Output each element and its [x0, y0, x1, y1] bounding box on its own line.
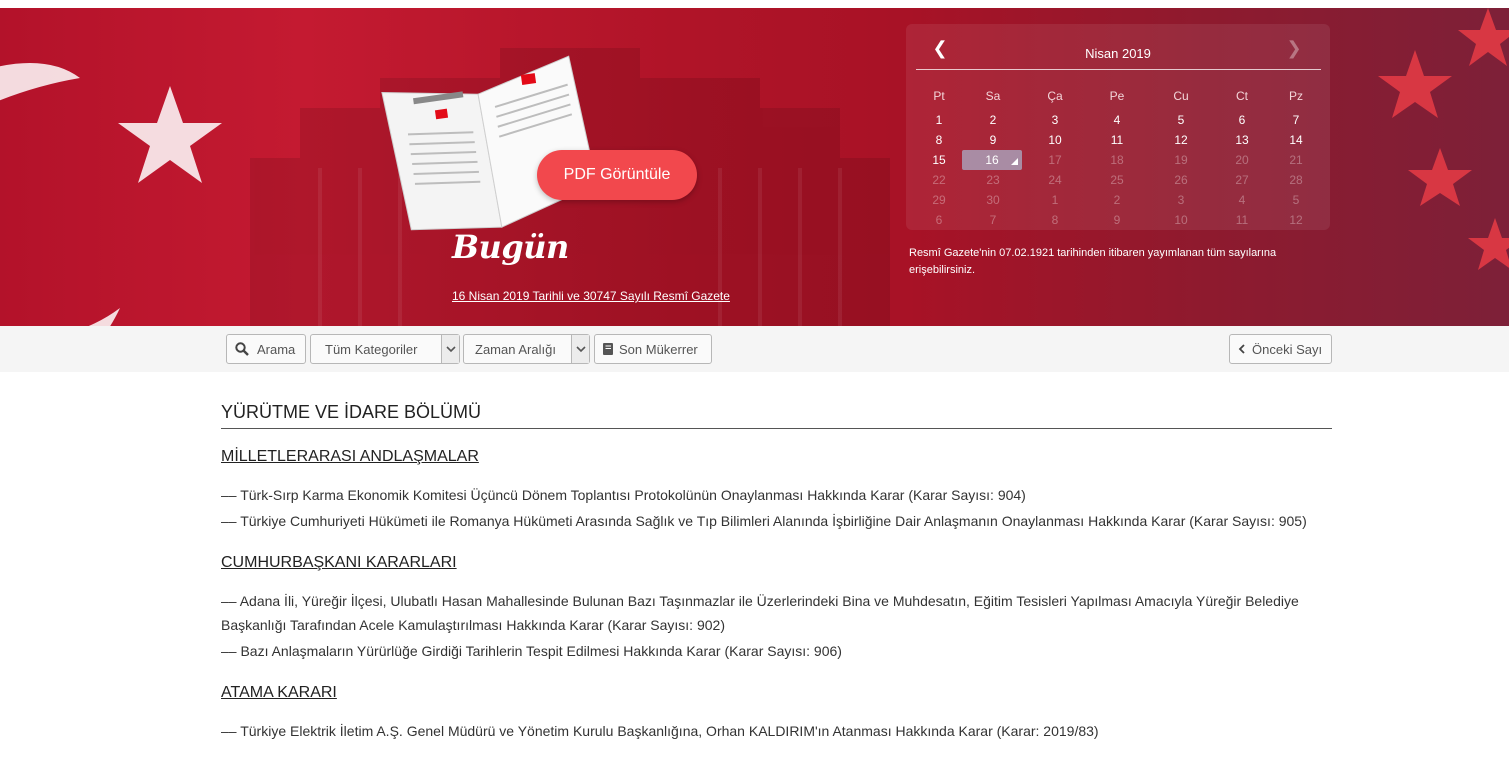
calendar-weekday-row: Pt Sa Ça Pe Cu Ct Pz — [906, 86, 1330, 106]
calendar-weekday: Pz — [1288, 89, 1303, 103]
decision-item-link[interactable]: –– Adana İli, Yüreğir İlçesi, Ulubatlı H… — [221, 589, 1332, 637]
calendar-day[interactable]: 5 — [1151, 110, 1211, 130]
archive-info-text: Resmî Gazete'nin 07.02.1921 tarihinden i… — [909, 247, 1277, 276]
calendar-day: 7 — [989, 213, 997, 227]
calendar-weekday: Pt — [933, 89, 945, 103]
calendar-week-row: 8 9 10 11 12 13 14 — [906, 130, 1330, 150]
search-button[interactable]: Arama — [226, 334, 306, 364]
category-select-label: Tüm Kategoriler — [325, 341, 418, 357]
decision-item-link[interactable]: –– Türk-Sırp Karma Ekonomik Komitesi Üçü… — [221, 483, 1332, 507]
calendar-day[interactable]: 11 — [1087, 130, 1147, 150]
calendar-day: 9 — [1113, 213, 1121, 227]
calendar-weekday: Cu — [1173, 89, 1189, 103]
calendar-weekday: Ça — [1047, 89, 1063, 103]
book-icon — [603, 343, 613, 355]
calendar-day[interactable]: 2 — [963, 110, 1023, 130]
calendar-day: 12 — [1289, 213, 1303, 227]
calendar-weekday: Sa — [985, 89, 1001, 103]
calendar-day: 6 — [935, 213, 943, 227]
calendar-day: 2 — [1113, 193, 1121, 207]
toolbar: Arama Tüm Kategoriler Zaman Aralığı Son … — [0, 326, 1509, 372]
category-block: CUMHURBAŞKANI KARARLARI –– Adana İli, Yür… — [221, 535, 1332, 663]
calendar-day: 24 — [1048, 173, 1062, 187]
calendar-week-row: 6 7 8 9 10 11 12 — [906, 210, 1330, 230]
calendar-day[interactable]: 12 — [1151, 130, 1211, 150]
category-heading[interactable]: CUMHURBAŞKANI KARARLARI — [221, 554, 457, 572]
last-duplicate-label: Son Mükerrer — [619, 341, 698, 357]
calendar: ❮ Nisan 2019 ❯ Pt Sa Ça Pe Cu Ct Pz 1234567891… — [906, 24, 1330, 230]
calendar-day[interactable]: 10 — [1025, 130, 1085, 150]
pdf-view-button[interactable]: PDF Görüntüle — [537, 150, 697, 200]
calendar-weekday: Ct — [1236, 89, 1248, 103]
calendar-day[interactable]: 16 — [962, 150, 1022, 170]
chevron-down-icon — [571, 335, 589, 363]
last-duplicate-button[interactable]: Son Mükerrer — [594, 334, 712, 364]
calendar-day: 30 — [986, 193, 1000, 207]
decision-item-link[interactable]: –– Bazı Anlaşmaların Yürürlüğe Girdiği T… — [221, 639, 1332, 663]
calendar-day: 20 — [1235, 153, 1249, 167]
chevron-left-icon — [1238, 344, 1245, 354]
time-range-select[interactable]: Zaman Aralığı — [463, 334, 590, 364]
decision-item-link[interactable]: –– Türkiye Elektrik İletim A.Ş. Genel Mü… — [221, 719, 1332, 743]
calendar-day: 22 — [932, 173, 946, 187]
category-heading[interactable]: ATAMA KARARI — [221, 684, 337, 702]
calendar-day: 17 — [1048, 153, 1062, 167]
calendar-month-title: Nisan 2019 — [1085, 46, 1151, 61]
calendar-day: 8 — [1051, 213, 1059, 227]
calendar-day: 10 — [1174, 213, 1188, 227]
category-list: MİLLETLERARASI ANDLAŞMALAR –– Türk-Sırp K… — [221, 429, 1332, 743]
calendar-next-month-icon[interactable]: ❯ — [1284, 38, 1304, 59]
gazette-image — [381, 55, 598, 231]
calendar-day[interactable]: 14 — [1266, 130, 1326, 150]
calendar-day[interactable]: 7 — [1266, 110, 1326, 130]
decision-item-link[interactable]: –– Türkiye Cumhuriyeti Hükümeti ile Roma… — [221, 509, 1332, 533]
search-icon — [235, 342, 249, 356]
calendar-week-row: 22 23 24 25 26 27 28 — [906, 170, 1330, 190]
today-gazette-link[interactable]: 16 Nisan 2019 Tarihli ve 30747 Sayılı Re… — [452, 289, 730, 303]
calendar-day: 18 — [1110, 153, 1124, 167]
calendar-day: 28 — [1289, 173, 1303, 187]
calendar-day: 5 — [1292, 193, 1300, 207]
previous-issue-label: Önceki Sayı — [1252, 341, 1323, 357]
calendar-day[interactable]: 1 — [909, 110, 969, 130]
calendar-week-row: 29 30 1 2 3 4 5 — [906, 190, 1330, 210]
calendar-day: 26 — [1174, 173, 1188, 187]
previous-issue-button[interactable]: Önceki Sayı — [1229, 334, 1332, 364]
calendar-day: 27 — [1235, 173, 1249, 187]
calendar-day[interactable]: 4 — [1087, 110, 1147, 130]
calendar-day: 4 — [1238, 193, 1246, 207]
calendar-day: 29 — [932, 193, 946, 207]
calendar-day[interactable]: 9 — [963, 130, 1023, 150]
search-button-label: Arama — [257, 341, 296, 357]
calendar-day: 19 — [1174, 153, 1188, 167]
calendar-day[interactable]: 13 — [1212, 130, 1272, 150]
calendar-day: 11 — [1235, 213, 1249, 227]
time-range-select-label: Zaman Aralığı — [475, 341, 556, 357]
chevron-down-icon — [441, 335, 459, 363]
calendar-day[interactable]: 8 — [909, 130, 969, 150]
calendar-day: 3 — [1177, 193, 1185, 207]
calendar-day[interactable]: 15 — [909, 150, 969, 170]
calendar-week-row: 1234567 — [906, 110, 1330, 130]
calendar-week-row: 15 16 17 18 19 20 21 — [906, 150, 1330, 170]
calendar-day[interactable]: 6 — [1212, 110, 1272, 130]
calendar-day: 25 — [1110, 173, 1124, 187]
top-strip — [0, 0, 1509, 8]
calendar-day: 23 — [986, 173, 1000, 187]
main-content: YÜRÜTME VE İDARE BÖLÜMÜ MİLLETLERARASI A… — [221, 390, 1332, 745]
category-select[interactable]: Tüm Kategoriler — [310, 334, 460, 364]
calendar-day: 21 — [1289, 153, 1303, 167]
category-heading[interactable]: MİLLETLERARASI ANDLAŞMALAR — [221, 448, 479, 466]
calendar-divider — [916, 69, 1321, 70]
calendar-day[interactable]: 3 — [1025, 110, 1085, 130]
category-block: MİLLETLERARASI ANDLAŞMALAR –– Türk-Sırp K… — [221, 429, 1332, 533]
hero-banner: PDF Görüntüle Bugün 16 Nisan 2019 Tarihl… — [0, 8, 1509, 326]
section-title: YÜRÜTME VE İDARE BÖLÜMÜ — [221, 390, 1332, 429]
calendar-weekday: Pe — [1109, 89, 1125, 103]
calendar-day: 1 — [1051, 193, 1059, 207]
category-block: ATAMA KARARI –– Türkiye Elektrik İletim A… — [221, 665, 1332, 743]
today-title: Bugün — [452, 228, 569, 266]
